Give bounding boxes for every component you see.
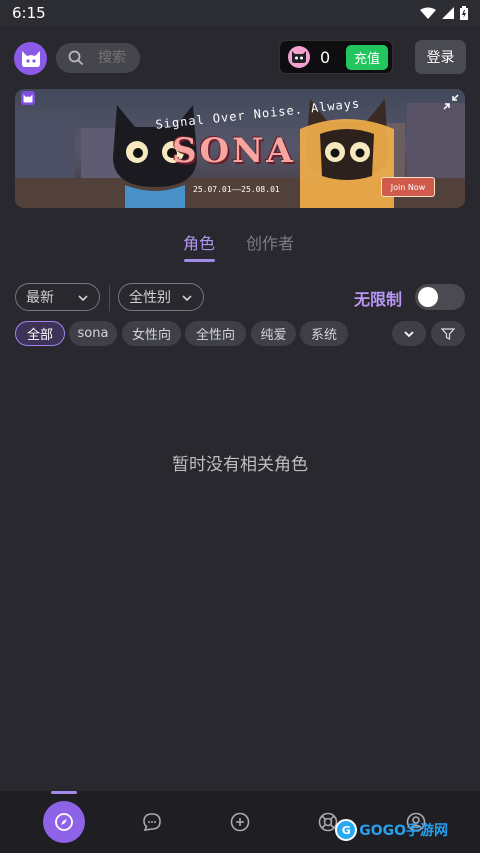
gender-value: 全性别	[129, 290, 171, 306]
login-button[interactable]: 登录	[415, 40, 466, 74]
wifi-icon	[420, 7, 436, 19]
gender-dropdown[interactable]: 全性别	[118, 283, 204, 311]
tab-creators[interactable]: 创作者	[246, 230, 294, 254]
battery-icon	[460, 6, 468, 20]
nav-create[interactable]	[210, 791, 270, 853]
app-logo[interactable]	[14, 42, 47, 75]
promo-banner[interactable]: Signal Over Noise. Always SONA 25.07.01—…	[15, 89, 465, 208]
top-bar: 0 充值 登录	[14, 40, 466, 75]
filter-button[interactable]	[431, 321, 465, 346]
coin-cat-icon	[288, 46, 310, 68]
banner-dates: 25.07.01——25.08.01	[193, 185, 280, 194]
search-box[interactable]	[56, 43, 140, 73]
filter-funnel-icon	[441, 327, 455, 340]
unlimited-toggle[interactable]	[415, 284, 465, 310]
filter-bar: 最新 全性别 无限制	[15, 283, 465, 313]
tag-chips: 全部 sona 女性向 全性向 纯爱 系统	[15, 320, 465, 348]
nav-discover[interactable]	[34, 791, 94, 853]
nav-chat[interactable]	[122, 791, 182, 853]
chevron-down-icon	[404, 330, 414, 337]
chip-all-orientation[interactable]: 全性向	[185, 321, 246, 346]
search-input[interactable]	[96, 49, 140, 67]
status-time: 6:15	[12, 4, 46, 22]
nav-active-indicator	[51, 791, 77, 794]
filter-divider	[109, 285, 110, 311]
chip-female-oriented[interactable]: 女性向	[122, 321, 181, 346]
chat-bubble-icon	[143, 813, 161, 831]
chip-system[interactable]: 系统	[300, 321, 348, 346]
chip-sona[interactable]: sona	[69, 321, 117, 346]
watermark: G GOGO手游网	[335, 819, 448, 841]
category-tabs: 角色 创作者	[0, 230, 480, 264]
chip-all[interactable]: 全部	[15, 321, 65, 346]
collapse-icon[interactable]	[443, 94, 459, 110]
empty-state-message: 暂时没有相关角色	[172, 455, 308, 475]
toggle-knob	[418, 287, 438, 307]
coin-balance[interactable]: 0 充值	[279, 40, 393, 74]
watermark-logo-icon: G	[335, 819, 358, 841]
banner-title: SONA	[172, 131, 296, 171]
compass-icon	[55, 813, 73, 831]
chevron-down-icon	[78, 295, 88, 302]
tab-characters[interactable]: 角色	[183, 230, 215, 254]
banner-brand-icon	[21, 91, 35, 105]
search-icon	[68, 50, 84, 66]
plus-circle-icon	[230, 812, 250, 832]
status-icons	[420, 6, 468, 20]
sort-value: 最新	[26, 290, 54, 306]
expand-tags-button[interactable]	[392, 321, 426, 346]
watermark-text: GOGO手游网	[359, 823, 448, 839]
chevron-down-icon	[182, 295, 192, 302]
bottom-navigation: G GOGO手游网	[0, 791, 480, 853]
coin-count: 0	[320, 47, 331, 67]
chip-pure-love[interactable]: 纯爱	[251, 321, 296, 346]
unlimited-label: 无限制	[354, 290, 403, 309]
signal-icon	[442, 7, 454, 19]
status-bar: 6:15	[0, 0, 480, 26]
cat-logo-icon	[21, 50, 40, 67]
join-now-button[interactable]: Join Now	[381, 177, 435, 197]
recharge-button[interactable]: 充值	[346, 44, 389, 70]
tab-indicator	[184, 259, 215, 262]
sort-dropdown[interactable]: 最新	[15, 283, 100, 311]
